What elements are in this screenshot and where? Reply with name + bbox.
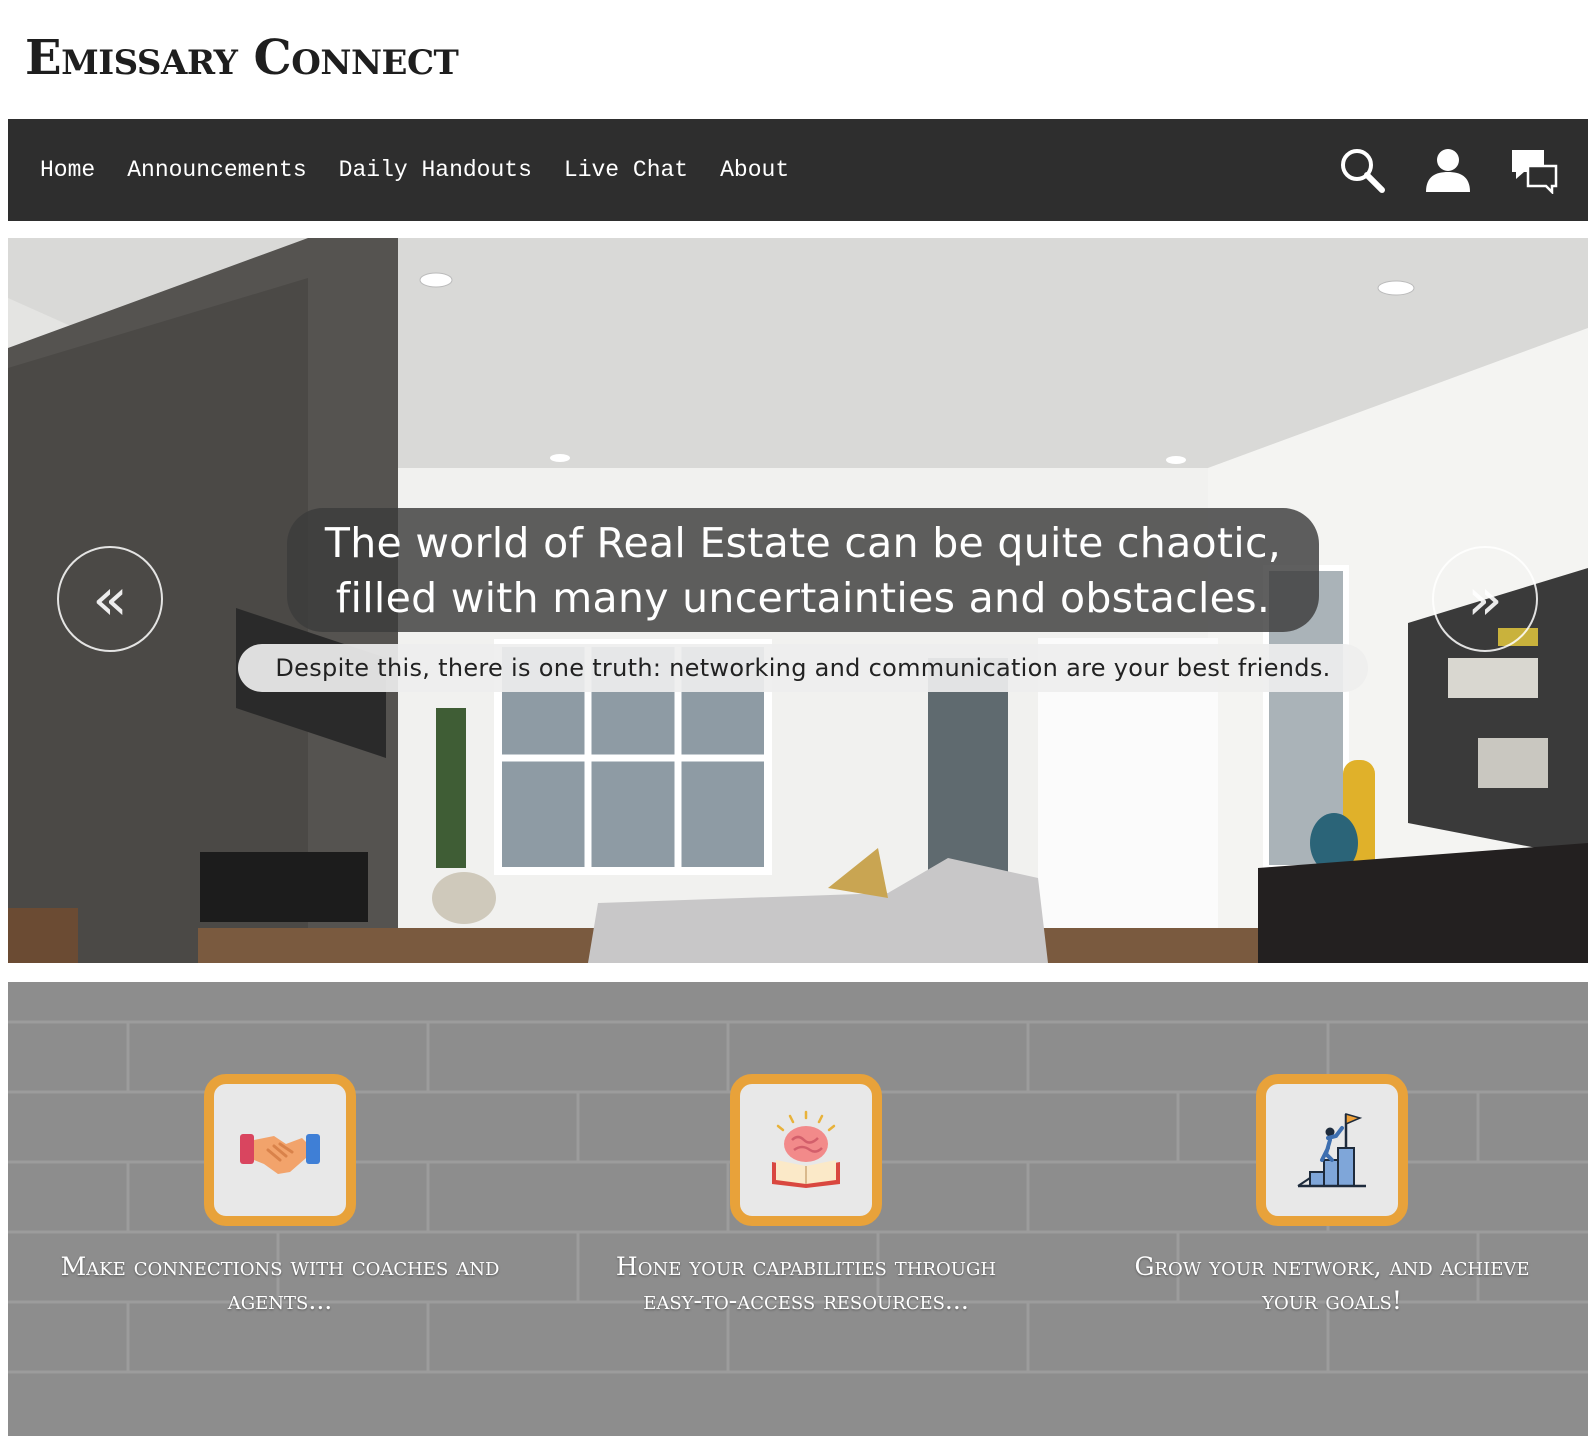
feature-text-line-1: Grow your network, and achieve: [1134, 1252, 1530, 1281]
climb-flag-icon: [1297, 1113, 1366, 1188]
nav-links: Home Announcements Daily Handouts Live C…: [8, 119, 789, 221]
feature-text-line-2: agents...: [227, 1286, 333, 1315]
chevron-double-right-icon: »: [1467, 565, 1503, 633]
slider-prev-button[interactable]: «: [57, 546, 163, 652]
feature-text-line-1: Make connections with coaches and: [60, 1252, 500, 1281]
nav-icons: [1300, 119, 1558, 221]
site-logo[interactable]: Emissary Connect: [25, 28, 459, 88]
nav-daily-handouts[interactable]: Daily Handouts: [339, 157, 532, 183]
nav-live-chat[interactable]: Live Chat: [564, 157, 688, 183]
feature-icon-box: [730, 1074, 882, 1226]
slider-next-button[interactable]: »: [1432, 546, 1538, 652]
hero-slider: « » The world of Real Estate can be quit…: [8, 238, 1588, 963]
feature-goals: Grow your network, and achieve your goal…: [1072, 1074, 1588, 1318]
feature-icon-box: [204, 1074, 356, 1226]
hero-headline-line-1: The world of Real Estate can be quite ch…: [324, 519, 1282, 567]
feature-connections: Make connections with coaches and agents…: [20, 1074, 540, 1318]
hero-headline: The world of Real Estate can be quite ch…: [287, 508, 1319, 626]
hero-headline-line-2: filled with many uncertainties and obsta…: [335, 574, 1271, 622]
feature-text-line-2: your goals!: [1262, 1286, 1402, 1315]
feature-text: Make connections with coaches and agents…: [20, 1250, 540, 1318]
feature-text-line-1: Hone your capabilities through: [615, 1252, 997, 1281]
handshake-icon: [240, 1134, 320, 1174]
nav-announcements[interactable]: Announcements: [127, 157, 306, 183]
feature-resources: Hone your capabilities through easy-to-a…: [546, 1074, 1066, 1318]
chat-icon[interactable]: [1510, 146, 1558, 194]
hero-subline: Despite this, there is one truth: networ…: [275, 654, 1331, 682]
chevron-double-left-icon: «: [92, 565, 128, 633]
feature-icon-box: [1256, 1074, 1408, 1226]
feature-text-line-2: easy-to-access resources...: [643, 1286, 969, 1315]
feature-text: Hone your capabilities through easy-to-a…: [546, 1250, 1066, 1318]
search-icon[interactable]: [1338, 146, 1386, 194]
nav-about[interactable]: About: [720, 157, 789, 183]
hero-subline-box: Despite this, there is one truth: networ…: [238, 644, 1368, 692]
nav-home[interactable]: Home: [40, 157, 95, 183]
brain-book-icon: [772, 1110, 840, 1188]
features-section: Make connections with coaches and agents…: [8, 982, 1588, 1436]
main-navbar: Home Announcements Daily Handouts Live C…: [8, 119, 1588, 221]
hero-headline-box: The world of Real Estate can be quite ch…: [287, 508, 1319, 632]
user-icon[interactable]: [1424, 146, 1472, 194]
feature-text: Grow your network, and achieve your goal…: [1072, 1250, 1588, 1318]
